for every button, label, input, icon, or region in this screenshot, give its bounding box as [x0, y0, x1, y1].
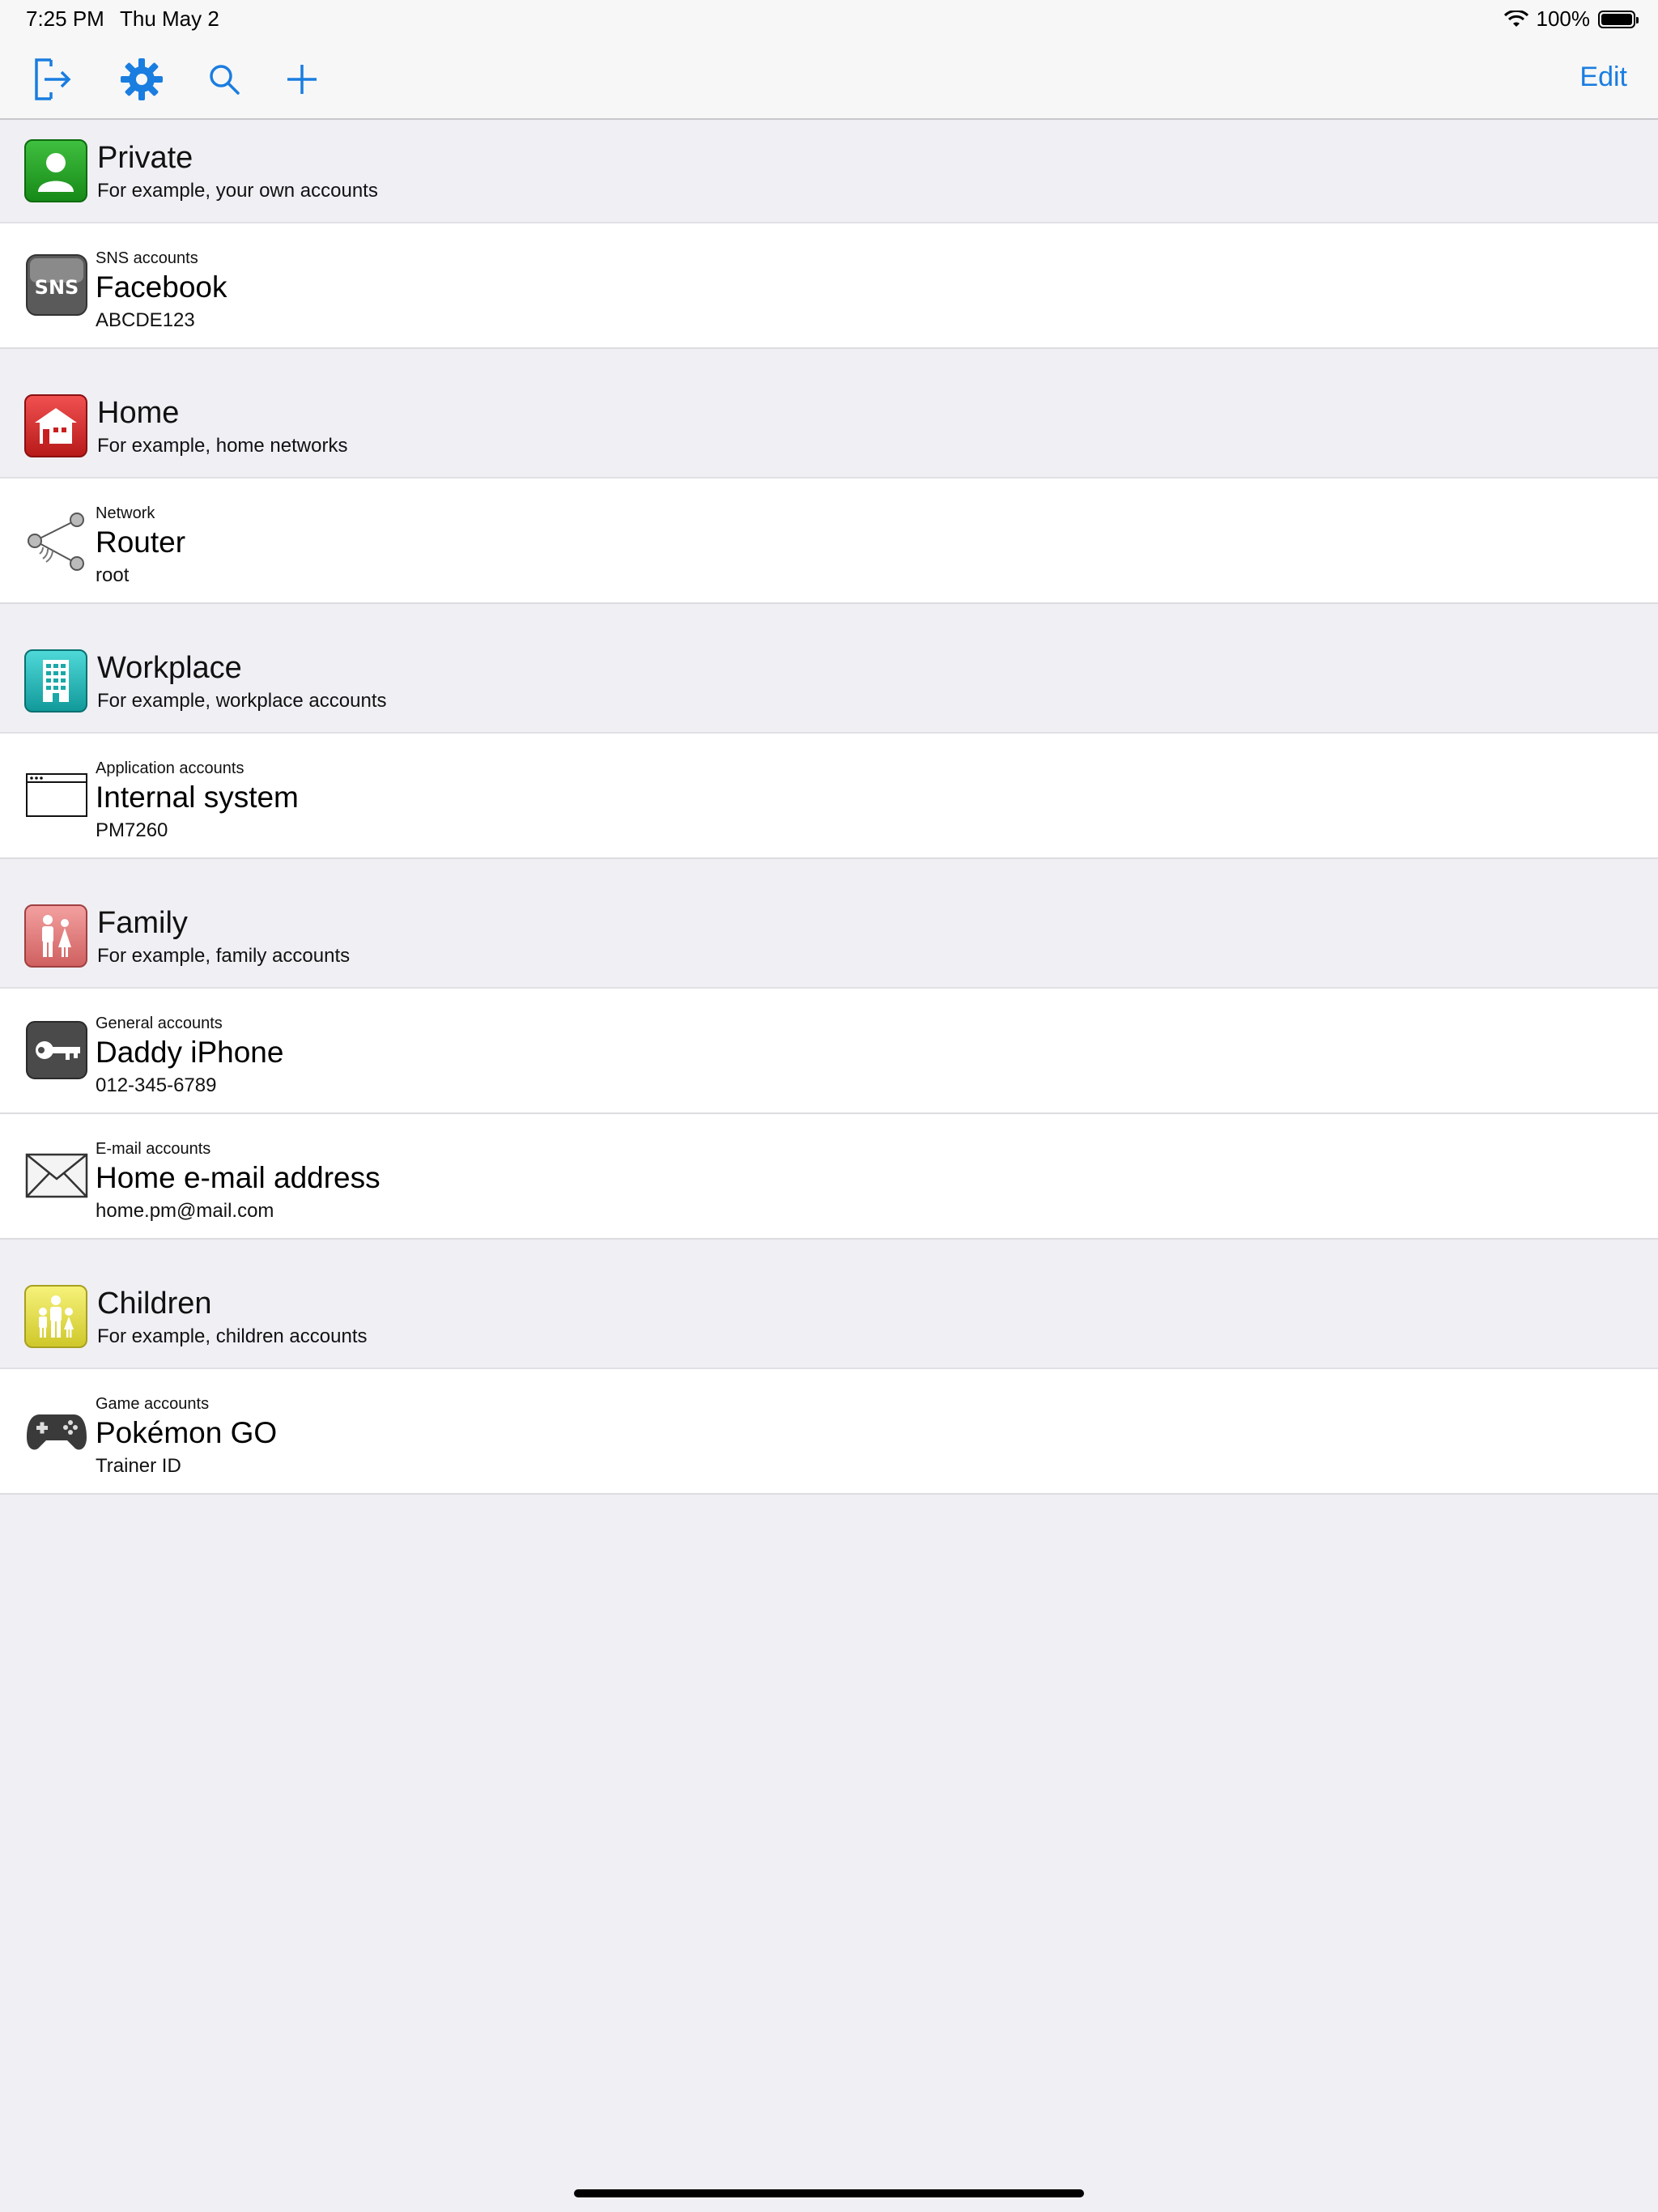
- search-icon[interactable]: [202, 57, 247, 102]
- building-icon: [24, 649, 87, 713]
- group-header-children[interactable]: Children For example, children accounts: [0, 1266, 1658, 1369]
- item-name: Facebook: [96, 270, 227, 304]
- list-item[interactable]: Application accounts Internal system PM7…: [0, 734, 1658, 859]
- group-title: Family: [97, 906, 188, 940]
- item-category: Application accounts: [96, 759, 244, 777]
- item-value: 012-345-6789: [96, 1074, 217, 1096]
- exit-icon[interactable]: [31, 57, 76, 102]
- status-right: 100%: [1503, 6, 1639, 32]
- group-subtitle: For example, workplace accounts: [97, 690, 387, 712]
- network-icon: [24, 508, 89, 572]
- item-name: Daddy iPhone: [96, 1036, 284, 1069]
- item-value: home.pm@mail.com: [96, 1200, 274, 1222]
- battery-percent: 100%: [1536, 6, 1591, 31]
- app-window-icon: [24, 763, 89, 827]
- group-header-private[interactable]: Private For example, your own accounts: [0, 120, 1658, 223]
- list-item[interactable]: Game accounts Pokémon GO Trainer ID: [0, 1369, 1658, 1495]
- list-item[interactable]: SNS SNS accounts Facebook ABCDE123: [0, 223, 1658, 349]
- group-header-family[interactable]: Family For example, family accounts: [0, 885, 1658, 989]
- group-subtitle: For example, your own accounts: [97, 180, 378, 202]
- key-icon: [24, 1018, 89, 1083]
- sns-icon: SNS: [24, 253, 89, 317]
- group-subtitle: For example, family accounts: [97, 945, 351, 967]
- group-subtitle: For example, home networks: [97, 435, 348, 457]
- item-value: PM7260: [96, 819, 168, 841]
- status-date: Thu May 2: [120, 6, 219, 31]
- item-category: Network: [96, 504, 155, 522]
- item-name: Home e-mail address: [96, 1161, 380, 1194]
- item-name: Pokémon GO: [96, 1416, 278, 1449]
- group-title: Children: [97, 1287, 212, 1321]
- item-category: Game accounts: [96, 1395, 210, 1413]
- edit-button[interactable]: Edit: [1579, 62, 1627, 93]
- group-header-workplace[interactable]: Workplace For example, workplace account…: [0, 630, 1658, 734]
- home-indicator: [574, 2189, 1084, 2197]
- navigation-bar: Edit: [0, 39, 1658, 120]
- plus-icon[interactable]: [279, 57, 325, 102]
- item-value: root: [96, 564, 130, 586]
- group-title: Private: [97, 141, 193, 175]
- gamepad-icon: [24, 1398, 89, 1463]
- item-category: E-mail accounts: [96, 1140, 211, 1158]
- house-icon: [24, 394, 87, 457]
- item-value: ABCDE123: [96, 309, 195, 331]
- item-category: SNS accounts: [96, 249, 198, 267]
- children-icon: [24, 1285, 87, 1348]
- battery-fill: [1601, 13, 1632, 25]
- group-title: Workplace: [97, 651, 242, 685]
- item-name: Internal system: [96, 781, 299, 814]
- status-bar: 7:25 PM Thu May 2 100%: [0, 0, 1658, 39]
- wifi-icon: [1503, 10, 1528, 27]
- list-item[interactable]: E-mail accounts Home e-mail address home…: [0, 1114, 1658, 1240]
- battery-icon: [1598, 10, 1639, 28]
- svg-text:SNS: SNS: [35, 276, 79, 299]
- list-item[interactable]: General accounts Daddy iPhone 012-345-67…: [0, 989, 1658, 1114]
- group-title: Home: [97, 396, 180, 430]
- group-header-home[interactable]: Home For example, home networks: [0, 375, 1658, 479]
- person-icon: [24, 139, 87, 202]
- item-category: General accounts: [96, 1015, 223, 1032]
- item-name: Router: [96, 525, 186, 559]
- status-time: 7:25 PM: [26, 6, 104, 31]
- account-list: Private For example, your own accounts S…: [0, 120, 1658, 1495]
- envelope-icon: [24, 1143, 89, 1208]
- family-icon: [24, 904, 87, 968]
- list-item[interactable]: Network Router root: [0, 479, 1658, 604]
- gear-icon[interactable]: [119, 57, 164, 102]
- item-value: Trainer ID: [96, 1455, 181, 1477]
- group-subtitle: For example, children accounts: [97, 1325, 368, 1347]
